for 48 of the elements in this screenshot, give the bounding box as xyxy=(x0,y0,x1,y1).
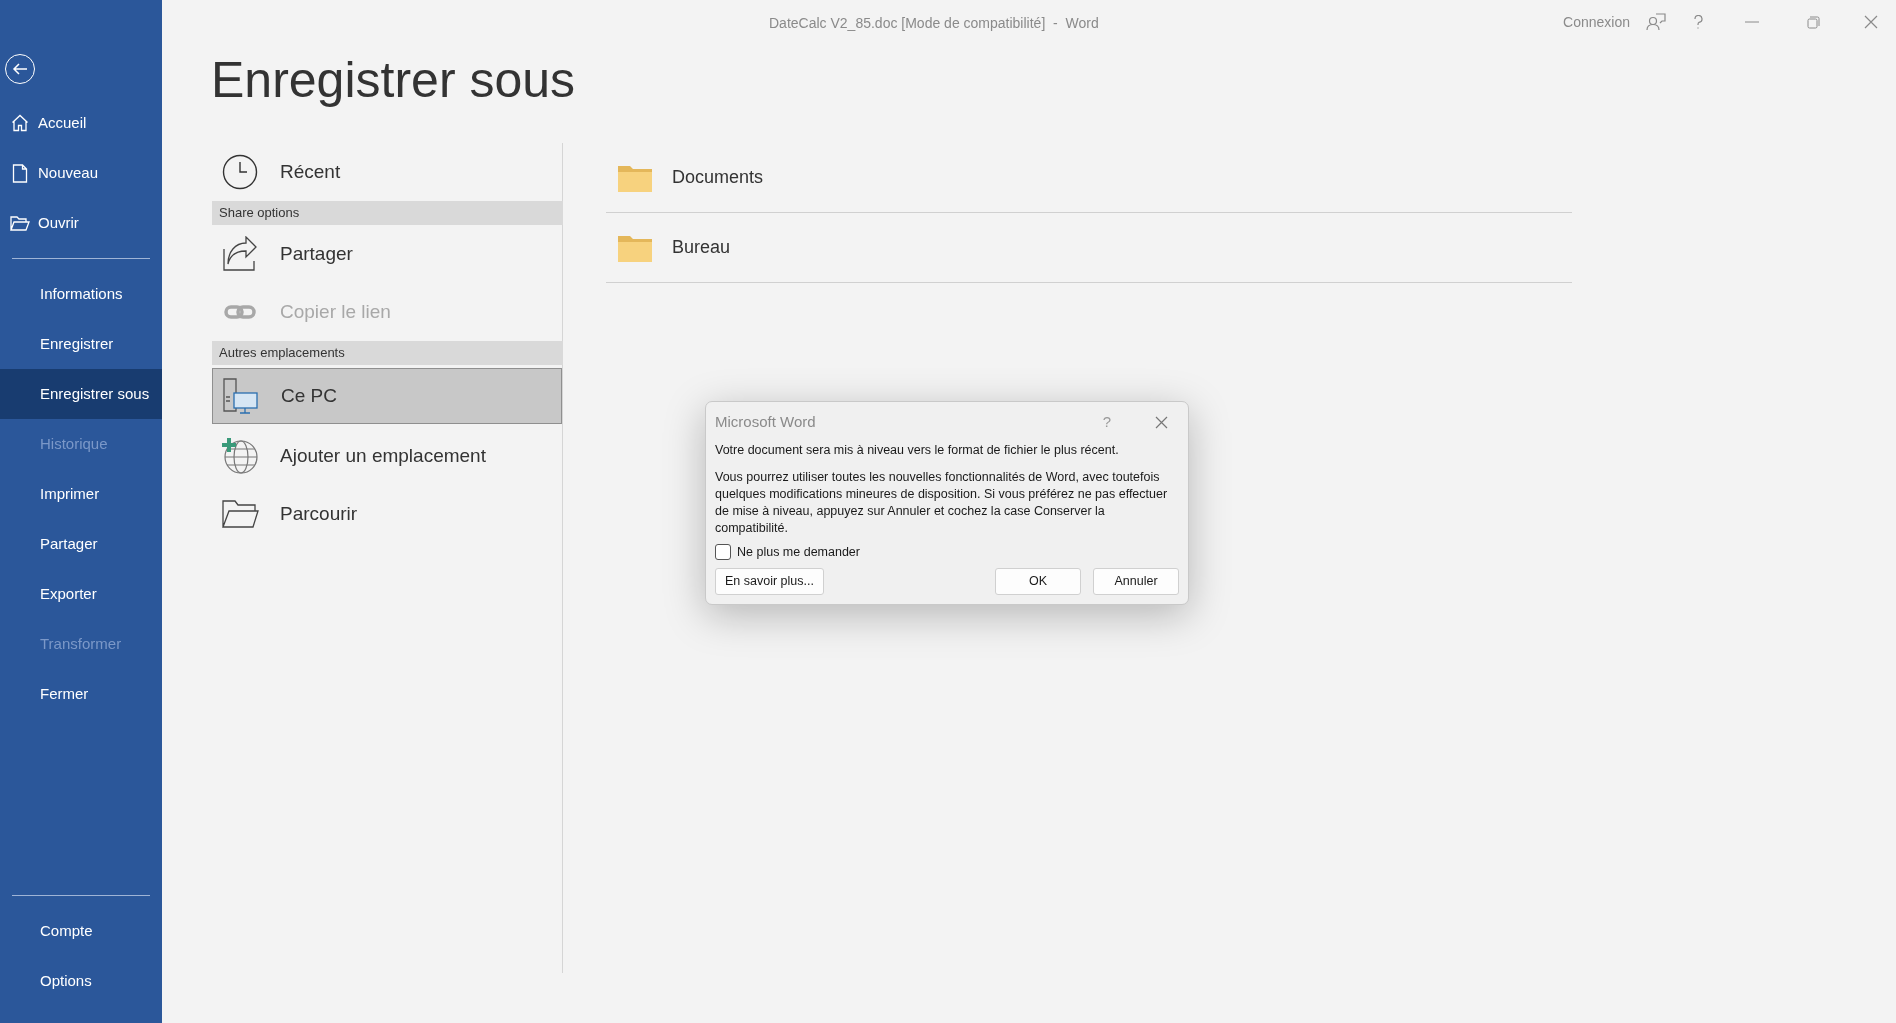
sidebar-item[interactable]: Partager xyxy=(0,519,162,569)
sidebar-item[interactable]: Exporter xyxy=(0,569,162,619)
sidebar-item[interactable]: Fermer xyxy=(0,669,162,719)
back-arrow-icon xyxy=(12,63,28,75)
document-icon xyxy=(12,163,28,183)
help-icon[interactable] xyxy=(1694,15,1703,29)
folder-icon xyxy=(221,499,259,529)
clock-icon xyxy=(222,154,258,190)
location-item[interactable]: Récent xyxy=(212,143,562,201)
home-icon xyxy=(11,114,29,132)
section-header: Share options xyxy=(212,201,563,225)
dialog-button[interactable]: En savoir plus... xyxy=(715,567,824,595)
close-icon[interactable] xyxy=(1864,15,1878,29)
sidebar-item[interactable]: Enregistrer sous xyxy=(0,369,162,419)
sidebar-item[interactable]: Compte xyxy=(0,906,162,956)
dialog-title: Microsoft Word xyxy=(715,411,816,432)
restore-icon[interactable] xyxy=(1807,15,1820,29)
share-icon xyxy=(222,236,258,272)
sidebar-item[interactable]: Accueil xyxy=(0,98,162,148)
folder-icon xyxy=(10,215,30,231)
dialog-button[interactable]: OK xyxy=(995,567,1081,595)
close-icon[interactable] xyxy=(1155,415,1168,429)
folder-icon xyxy=(618,163,652,192)
person-feedback-icon[interactable] xyxy=(1646,13,1666,31)
folder-icon xyxy=(618,233,652,262)
computer-icon xyxy=(222,377,260,415)
location-item[interactable]: Ce PC xyxy=(212,368,562,424)
window-title: DateCalc V2_85.doc [Mode de compatibilité] - Word xyxy=(769,14,1099,33)
location-item[interactable]: Parcourir xyxy=(212,485,562,543)
location-item[interactable]: Partager xyxy=(212,225,562,283)
dialog-message: Vous pourrez utiliser toutes les nouvelles fonctionnalités de Word, avec toutefois quelques modifications mineures de disposition. Si vous préférez ne pas effectuer de mise à niveau, appuyez sur Annuler et cochez la case Conserver la compatibilité. xyxy=(715,469,1169,537)
folder-item[interactable]: Bureau xyxy=(606,213,1572,283)
page-title: Enregistrer sous xyxy=(211,51,577,110)
section-header: Autres emplacements xyxy=(212,341,563,365)
checkbox-label: Ne plus me demander xyxy=(737,544,860,561)
sidebar-item[interactable]: Informations xyxy=(0,269,162,319)
folder-item[interactable]: Documents xyxy=(606,143,1572,213)
dialog-button[interactable]: Annuler xyxy=(1093,567,1179,595)
sidebar-item[interactable]: Enregistrer xyxy=(0,319,162,369)
globe-add-icon xyxy=(221,437,259,475)
dialog-message: Votre document sera mis à niveau vers le format de fichier le plus récent. xyxy=(715,442,1120,459)
sidebar-item[interactable]: Imprimer xyxy=(0,469,162,519)
sidebar-item[interactable]: Ouvrir xyxy=(0,198,162,248)
sidebar-item[interactable]: Options xyxy=(0,956,162,1006)
sidebar-item[interactable]: Nouveau xyxy=(0,148,162,198)
location-item[interactable]: Ajouter un emplacement xyxy=(212,427,562,485)
link-icon xyxy=(224,304,256,320)
checkbox[interactable] xyxy=(715,544,731,561)
